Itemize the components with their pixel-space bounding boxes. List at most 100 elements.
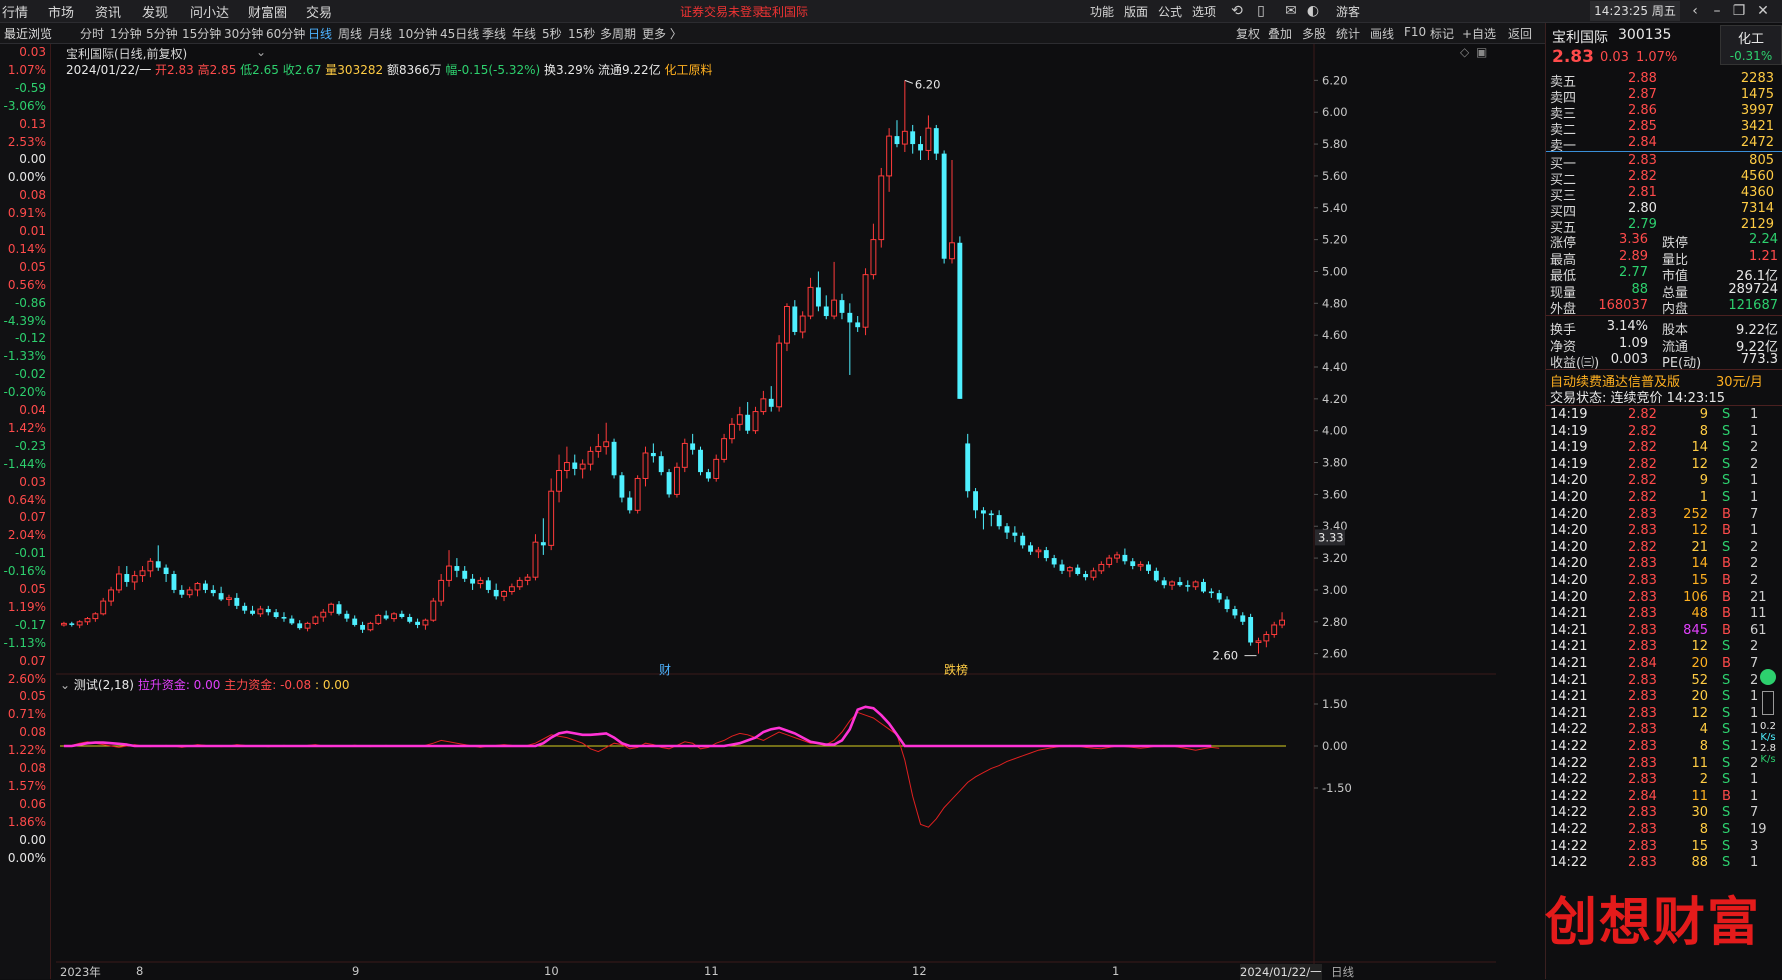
left-scale-value: 1.19% — [7, 599, 46, 614]
mail-icon[interactable]: ✉ — [1280, 2, 1302, 20]
period-5min[interactable]: 5分钟 — [146, 25, 178, 42]
menu-quotes[interactable]: 行情 — [2, 2, 28, 21]
order-book-row[interactable]: 买一 2.83 805 — [1550, 153, 1780, 172]
period-monthly[interactable]: 月线 — [368, 25, 392, 42]
candle-body — [878, 175, 885, 241]
menu-discover[interactable]: 发现 — [142, 2, 168, 21]
tool-multi-stock[interactable]: 多股 — [1302, 25, 1326, 42]
order-volume: 805 — [1749, 153, 1774, 168]
tool-mark[interactable]: 标记 — [1430, 25, 1454, 42]
recent-browse-button[interactable]: 最近浏览 — [4, 25, 52, 42]
menu-options[interactable]: 选项 — [1192, 3, 1216, 20]
tool-statistics[interactable]: 统计 — [1336, 25, 1360, 42]
tick-volume: 21 — [1691, 539, 1708, 555]
candle-body — [603, 441, 610, 448]
tool-add-watchlist[interactable]: +自选 — [1462, 25, 1496, 42]
stat-value: 121687 — [1728, 298, 1778, 314]
tick-side: S — [1722, 672, 1731, 688]
order-book-row[interactable]: 买四 2.80 7314 — [1550, 201, 1780, 220]
candle-body — [1114, 554, 1120, 559]
menu-layout[interactable]: 版面 — [1124, 3, 1148, 20]
price-tick-label: 5.40 — [1322, 201, 1348, 215]
period-1min[interactable]: 1分钟 — [110, 25, 142, 42]
theme-icon[interactable]: ◐ — [1302, 2, 1324, 20]
watermark-logo: 创想财富 — [1545, 892, 1762, 953]
tool-back[interactable]: 返回 — [1508, 25, 1532, 42]
order-book-row[interactable]: 卖五 2.88 2283 — [1550, 71, 1780, 90]
tick-count: 1 — [1750, 423, 1759, 439]
indicator-collapse-icon[interactable]: ⌄ — [60, 678, 70, 692]
tick-row: 14:22 2.83 8 S 1 — [1550, 739, 1780, 756]
tick-volume: 15 — [1691, 838, 1708, 854]
menu-trade[interactable]: 交易 — [306, 2, 332, 21]
kline-chart-area[interactable]: 宝利国际(日线,前复权) ⌄ ◇ ▣ 2024/01/22/一 开2.83 高2… — [56, 44, 1496, 980]
period-45day[interactable]: 45日线 — [440, 25, 479, 42]
left-scale-value: -1.13% — [3, 635, 46, 650]
indicator-tick-label: -1.50 — [1322, 781, 1352, 795]
period-intraday[interactable]: 分时 — [80, 25, 104, 42]
menu-functions[interactable]: 功能 — [1090, 3, 1114, 20]
candle-body — [933, 128, 939, 154]
period-10min[interactable]: 10分钟 — [398, 25, 437, 42]
menu-news[interactable]: 资讯 — [95, 2, 121, 21]
period-15sec[interactable]: 15秒 — [568, 25, 595, 42]
tick-row: 14:21 2.83 12 S 1 — [1550, 706, 1780, 723]
period-weekly[interactable]: 周线 — [338, 25, 362, 42]
order-book-row[interactable]: 卖三 2.86 3997 — [1550, 103, 1780, 122]
order-book-row[interactable]: 买三 2.81 4360 — [1550, 185, 1780, 204]
user-guest[interactable]: 游客 — [1336, 3, 1360, 20]
candle-body — [226, 597, 232, 600]
period-5sec[interactable]: 5秒 — [542, 25, 562, 42]
marker-finance[interactable]: 财 — [659, 661, 671, 678]
order-book-row[interactable]: 买二 2.82 4560 — [1550, 169, 1780, 188]
tool-overlay[interactable]: 叠加 — [1268, 25, 1292, 42]
order-book-row[interactable]: 卖二 2.85 3421 — [1550, 119, 1780, 138]
menu-market[interactable]: 市场 — [48, 2, 74, 21]
candle-body — [1028, 545, 1034, 552]
period-more[interactable]: 更多 〉 — [642, 25, 682, 42]
promo-bar[interactable]: 自动续费通达信普及版 30元/月 — [1546, 369, 1782, 390]
left-scale-value: 2.04% — [7, 528, 46, 543]
tick-side: S — [1722, 739, 1731, 754]
period-60min[interactable]: 60分钟 — [266, 25, 305, 42]
order-volume: 2472 — [1740, 135, 1774, 150]
kline-svg[interactable]: 6.20 6.00 5.80 5.60 5.40 5.20 5.00 4.80 4.60 4.40… — [56, 44, 1496, 979]
period-multi[interactable]: 多周期 — [600, 25, 636, 42]
order-book-row[interactable]: 卖四 2.87 1475 — [1550, 87, 1780, 106]
back-icon[interactable]: ‹ — [1684, 2, 1706, 20]
menu-assistant[interactable]: 问小达 — [190, 2, 229, 21]
candle-body — [776, 342, 783, 408]
period-year[interactable]: 年线 — [512, 25, 536, 42]
menu-community[interactable]: 财富圈 — [248, 2, 287, 21]
phone-icon[interactable]: ▯ — [1250, 2, 1272, 20]
tool-draw[interactable]: 画线 — [1370, 25, 1394, 42]
tool-f10[interactable]: F10 — [1404, 25, 1426, 39]
candle-body — [470, 578, 476, 584]
period-daily[interactable]: 日线 — [308, 25, 332, 42]
tick-side: B — [1722, 573, 1731, 588]
clock: 14:23:25 周五 — [1590, 1, 1680, 21]
sector-box[interactable]: 化工 -0.31% — [1720, 25, 1782, 65]
period-15min[interactable]: 15分钟 — [182, 25, 221, 42]
order-book-row[interactable]: 卖一 2.84 2472 — [1550, 135, 1780, 154]
trade-login-notice[interactable]: 证券交易未登录 — [680, 3, 764, 20]
tick-side: S — [1722, 456, 1731, 472]
indicator-title[interactable]: 测试(2,18) — [74, 678, 134, 692]
close-icon[interactable]: ✕ — [1752, 2, 1774, 20]
candle-body — [375, 614, 382, 624]
candle-body — [760, 398, 767, 413]
minimize-icon[interactable]: – — [1706, 2, 1728, 20]
left-scale-value: 2.53% — [7, 134, 46, 149]
restore-icon[interactable]: ❐ — [1728, 2, 1750, 20]
tick-volume: 4 — [1699, 722, 1708, 738]
tick-volume: 8 — [1699, 822, 1708, 837]
period-quarter[interactable]: 季线 — [482, 25, 506, 42]
candle-body — [965, 443, 971, 492]
candle-body — [901, 130, 908, 145]
tick-row: 14:20 2.82 1 S 1 — [1550, 490, 1780, 507]
sync-icon[interactable]: ⟲ — [1226, 2, 1248, 20]
tool-adjust[interactable]: 复权 — [1236, 25, 1260, 42]
menu-formula[interactable]: 公式 — [1158, 3, 1182, 20]
period-30min[interactable]: 30分钟 — [224, 25, 263, 42]
marker-drop-list[interactable]: 跌榜 — [944, 661, 968, 678]
